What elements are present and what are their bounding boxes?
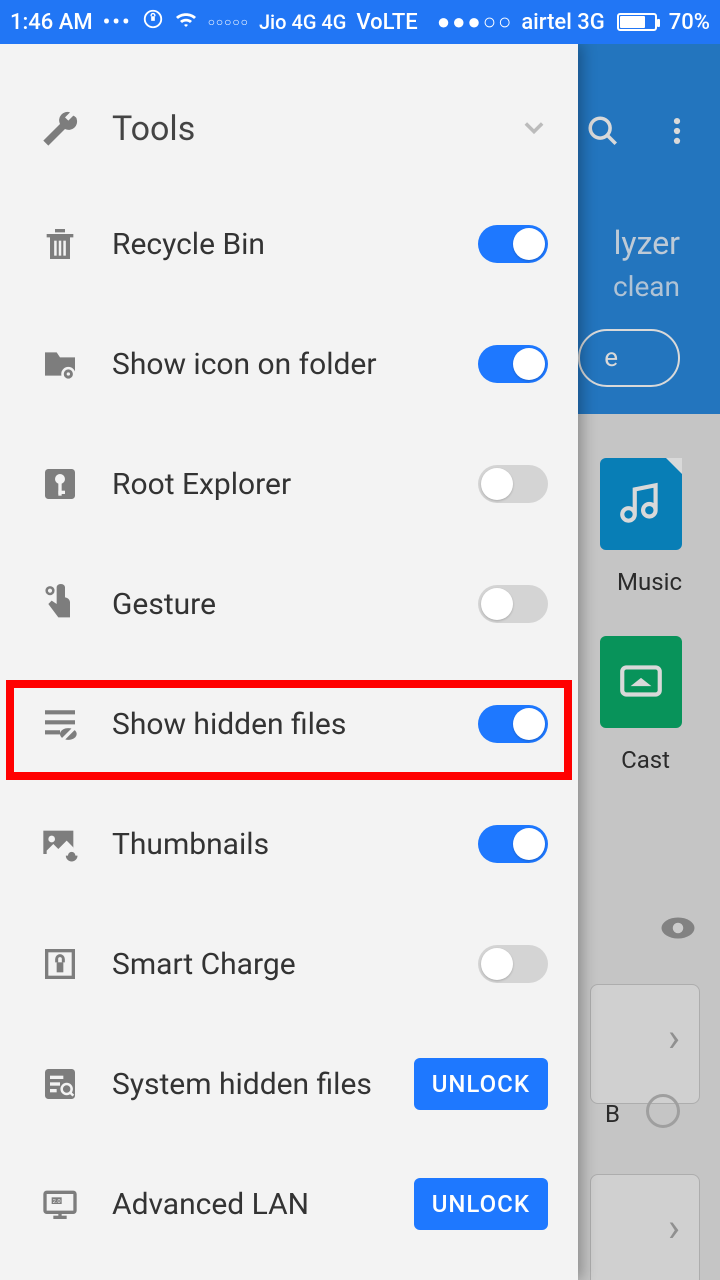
system-hidden-icon [38,1062,82,1106]
unlock-button-system-hidden[interactable]: UNLOCK [414,1058,548,1110]
status-battery: 70% [669,10,710,35]
toggle-gesture[interactable] [478,585,548,623]
toggle-root-explorer[interactable] [478,465,548,503]
unlock-button-advanced-lan[interactable]: UNLOCK [414,1178,548,1230]
status-network2: airtel 3G [521,10,604,35]
key-icon [38,462,82,506]
item-label: Root Explorer [112,467,478,502]
item-label: Advanced LAN [112,1187,414,1222]
item-label: Thumbnails [112,827,478,862]
item-advanced-lan[interactable]: 2.0 Advanced LAN UNLOCK [0,1144,578,1264]
item-gesture[interactable]: Gesture [0,544,578,664]
smart-charge-icon [38,942,82,986]
annotation-highlight [6,680,572,780]
item-label: Gesture [112,587,478,622]
status-volte: VoLTE [356,10,417,35]
lock-rotation-icon [142,8,164,36]
toggle-smart-charge[interactable] [478,945,548,983]
chevron-down-icon [520,113,548,145]
folder-icon [38,342,82,386]
item-system-hidden-files[interactable]: System hidden files UNLOCK [0,1024,578,1144]
item-label: Smart Charge [112,947,478,982]
status-more-icon: ••• [103,10,132,35]
wrench-icon [38,107,82,151]
battery-icon [617,13,657,31]
toggle-show-icon-folder[interactable] [478,345,548,383]
item-recycle-bin[interactable]: Recycle Bin [0,184,578,304]
drawer-header-label: Tools [112,109,520,149]
item-show-icon-folder[interactable]: Show icon on folder [0,304,578,424]
gesture-icon [38,582,82,626]
status-bar: 1:46 AM ••• ○○○○○ Jio 4G 4G VoLTE ●●●○○ … [0,0,720,44]
item-root-explorer[interactable]: Root Explorer [0,424,578,544]
thumbnails-icon [38,822,82,866]
item-label: Show icon on folder [112,347,478,382]
drawer-header-tools[interactable]: Tools [0,74,578,184]
svg-text:2.0: 2.0 [53,1199,61,1205]
item-label: Recycle Bin [112,227,478,262]
toggle-thumbnails[interactable] [478,825,548,863]
status-time: 1:46 AM [10,10,93,35]
wifi-icon [174,7,198,37]
toggle-recycle-bin[interactable] [478,225,548,263]
status-network1: Jio 4G 4G [259,10,346,34]
trash-icon [38,222,82,266]
item-label: System hidden files [112,1067,414,1102]
item-smart-charge[interactable]: Smart Charge [0,904,578,1024]
item-thumbnails[interactable]: Thumbnails [0,784,578,904]
settings-drawer: Tools Recycle Bin Show icon on folder Ro… [0,44,578,1280]
signal-strength-icon: ●●●○○ [437,9,513,35]
signal-dots-icon: ○○○○○ [208,15,249,29]
lan-icon: 2.0 [38,1182,82,1226]
